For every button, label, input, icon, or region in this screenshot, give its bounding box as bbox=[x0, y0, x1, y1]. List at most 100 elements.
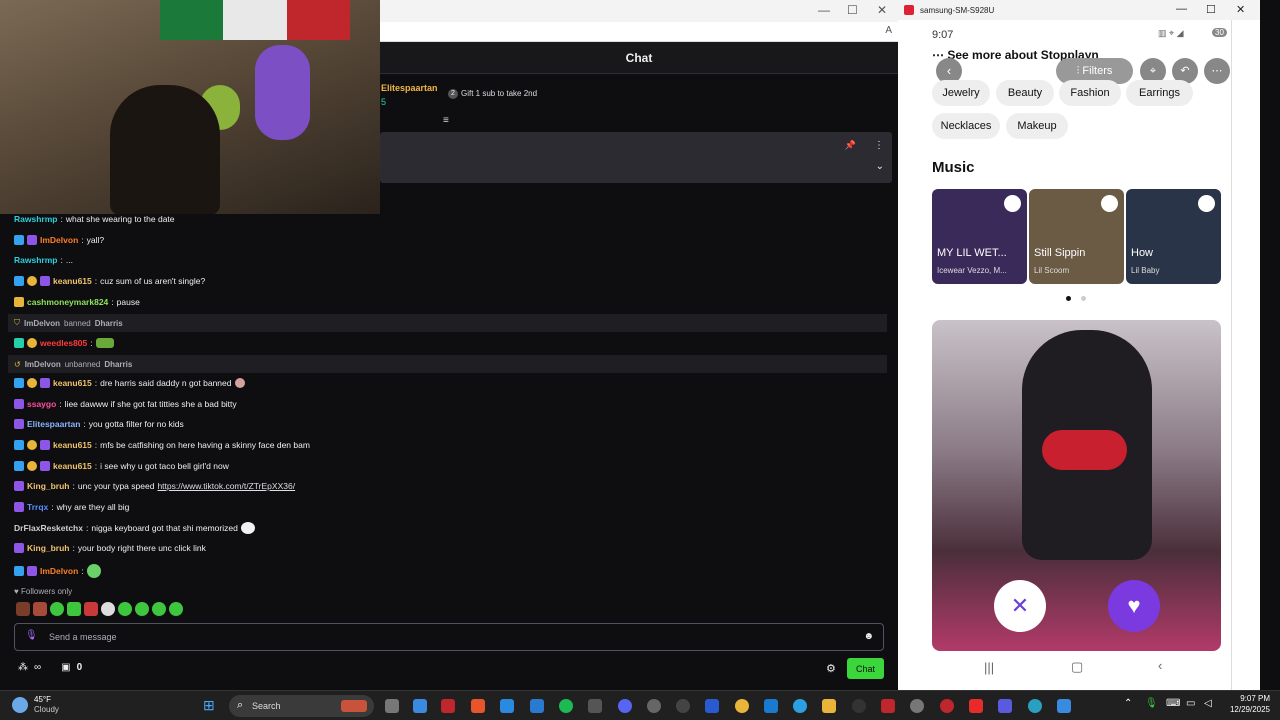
weather-desc[interactable]: Cloudy bbox=[34, 705, 59, 714]
carousel-dot-active[interactable] bbox=[1066, 296, 1071, 301]
close-icon[interactable]: ✕ bbox=[1236, 3, 1245, 16]
app-icon[interactable] bbox=[588, 699, 602, 713]
chevron-down-icon[interactable]: ⌄ bbox=[876, 161, 884, 172]
chat-username[interactable]: Rawshrmp bbox=[14, 255, 57, 265]
chat-username[interactable]: weedles805 bbox=[40, 338, 87, 348]
telegram-icon[interactable] bbox=[793, 699, 807, 713]
app-icon[interactable] bbox=[647, 699, 661, 713]
chip-beauty[interactable]: Beauty bbox=[996, 80, 1054, 106]
song-card[interactable]: Still Sippin Lil Scoom bbox=[1029, 189, 1124, 284]
windows-start-icon[interactable]: ⊞ bbox=[203, 697, 220, 714]
opera-icon[interactable] bbox=[940, 699, 954, 713]
song-card[interactable]: MY LIL WET... Icewear Vezzo, M... bbox=[932, 189, 1027, 284]
network-icon[interactable]: ▭ bbox=[1186, 698, 1195, 709]
like-button[interactable]: ♥ bbox=[1108, 580, 1160, 632]
chat-username[interactable]: keanu615 bbox=[53, 461, 92, 471]
play-icon[interactable] bbox=[1198, 195, 1215, 212]
chat-username[interactable]: Elitespaartan bbox=[27, 419, 80, 429]
gift-icon[interactable]: ▣ bbox=[61, 662, 70, 673]
emote-icon[interactable] bbox=[152, 602, 166, 616]
dislike-button[interactable]: ✕ bbox=[994, 580, 1046, 632]
chat-username[interactable]: ImDelvon bbox=[40, 566, 78, 576]
chip-necklaces[interactable]: Necklaces bbox=[932, 113, 1000, 139]
app-icon[interactable] bbox=[705, 699, 719, 713]
home-icon[interactable]: ▢ bbox=[1071, 659, 1083, 675]
chip-jewelry[interactable]: Jewelry bbox=[932, 80, 990, 106]
emote-icon[interactable] bbox=[16, 602, 30, 616]
more-options-icon[interactable]: ⋮ bbox=[874, 140, 884, 151]
gear-icon[interactable]: ⚙ bbox=[826, 662, 836, 675]
maximize-icon[interactable]: ☐ bbox=[847, 3, 858, 17]
edge-icon[interactable] bbox=[1028, 699, 1042, 713]
chat-username[interactable]: Rawshrmp bbox=[14, 214, 57, 224]
vscode-icon[interactable] bbox=[530, 699, 544, 713]
chip-fashion[interactable]: Fashion bbox=[1059, 80, 1121, 106]
chat-username[interactable]: Trrqx bbox=[27, 502, 48, 512]
mod-target[interactable]: Dharris bbox=[104, 360, 132, 369]
back-nav-icon[interactable]: ‹ bbox=[1158, 658, 1162, 673]
play-icon[interactable] bbox=[1004, 195, 1021, 212]
mod-target[interactable]: Dharris bbox=[95, 319, 123, 328]
address-bar[interactable]: A bbox=[380, 22, 898, 42]
brave-icon[interactable] bbox=[471, 699, 485, 713]
microphone-icon[interactable]: 🎙 bbox=[1145, 698, 1158, 709]
teams-icon[interactable] bbox=[998, 699, 1012, 713]
app-icon[interactable] bbox=[910, 699, 924, 713]
task-view-icon[interactable] bbox=[385, 699, 399, 713]
chat-username[interactable]: keanu615 bbox=[53, 378, 92, 388]
chat-username[interactable]: DrFlaxResketchx bbox=[14, 523, 83, 533]
mod-name[interactable]: ImDelvon bbox=[24, 319, 60, 328]
chevron-up-icon[interactable]: ⌃ bbox=[1124, 698, 1132, 709]
chip-makeup[interactable]: Makeup bbox=[1006, 113, 1068, 139]
chat-username[interactable]: cashmoneymark824 bbox=[27, 297, 108, 307]
app-icon[interactable] bbox=[441, 699, 455, 713]
gift-text[interactable]: Gift 1 sub to take 2nd bbox=[461, 89, 537, 98]
message-input[interactable]: 🎙 Send a message ☻ bbox=[14, 623, 884, 651]
chat-send-button[interactable]: Chat bbox=[847, 658, 884, 679]
maximize-icon[interactable]: ☐ bbox=[1206, 3, 1216, 16]
chat-username[interactable]: King_bruh bbox=[27, 481, 70, 491]
points-icon[interactable]: ⁂ bbox=[18, 662, 28, 673]
emote-icon[interactable] bbox=[50, 602, 64, 616]
taskbar-search[interactable]: ⌕ Search bbox=[229, 695, 374, 717]
emote-icon[interactable] bbox=[169, 602, 183, 616]
more-icon[interactable]: ⋯ bbox=[1204, 58, 1230, 84]
chat-username[interactable]: ssaygo bbox=[27, 399, 56, 409]
play-icon[interactable] bbox=[1101, 195, 1118, 212]
profile-photo[interactable]: ✕ ♥ bbox=[932, 320, 1221, 651]
app-icon[interactable] bbox=[764, 699, 778, 713]
weather-icon[interactable] bbox=[12, 697, 28, 713]
copilot-icon[interactable] bbox=[413, 699, 427, 713]
volume-icon[interactable]: ◁ bbox=[1204, 698, 1212, 709]
close-icon[interactable]: ✕ bbox=[877, 3, 887, 17]
emote-icon[interactable] bbox=[135, 602, 149, 616]
minimize-icon[interactable]: — bbox=[818, 3, 830, 17]
carousel-dot[interactable] bbox=[1081, 296, 1086, 301]
chrome-icon[interactable] bbox=[735, 699, 749, 713]
emote-icon[interactable] bbox=[101, 602, 115, 616]
folder-icon[interactable] bbox=[822, 699, 836, 713]
pin-icon[interactable]: 📌 bbox=[845, 140, 856, 151]
microphone-icon[interactable]: 🎙 bbox=[25, 630, 38, 641]
recent-apps-icon[interactable]: ||| bbox=[984, 660, 994, 675]
app-icon[interactable] bbox=[1057, 699, 1071, 713]
collapse-icon[interactable]: ≡ bbox=[443, 115, 449, 126]
cursor-icon[interactable] bbox=[500, 699, 514, 713]
chip-earrings[interactable]: Earrings bbox=[1126, 80, 1193, 106]
app-icon[interactable] bbox=[881, 699, 895, 713]
youtube-icon[interactable] bbox=[969, 699, 983, 713]
discord-icon[interactable] bbox=[618, 699, 632, 713]
emote-icon[interactable] bbox=[84, 602, 98, 616]
chat-username[interactable]: keanu615 bbox=[53, 440, 92, 450]
clock-time[interactable]: 9:07 PM bbox=[1224, 694, 1270, 703]
app-icon[interactable] bbox=[676, 699, 690, 713]
clock-date[interactable]: 12/29/2025 bbox=[1224, 705, 1270, 714]
spotify-icon[interactable] bbox=[559, 699, 573, 713]
read-aloud-icon[interactable]: A bbox=[885, 25, 892, 36]
emoji-icon[interactable]: ☻ bbox=[863, 631, 874, 642]
emote-icon[interactable] bbox=[67, 602, 81, 616]
chat-link[interactable]: https://www.tiktok.com/t/ZTrEpXX36/ bbox=[157, 481, 295, 491]
emote-icon[interactable] bbox=[118, 602, 132, 616]
mod-name[interactable]: ImDelvon bbox=[25, 360, 61, 369]
song-card[interactable]: How Lil Baby bbox=[1126, 189, 1221, 284]
